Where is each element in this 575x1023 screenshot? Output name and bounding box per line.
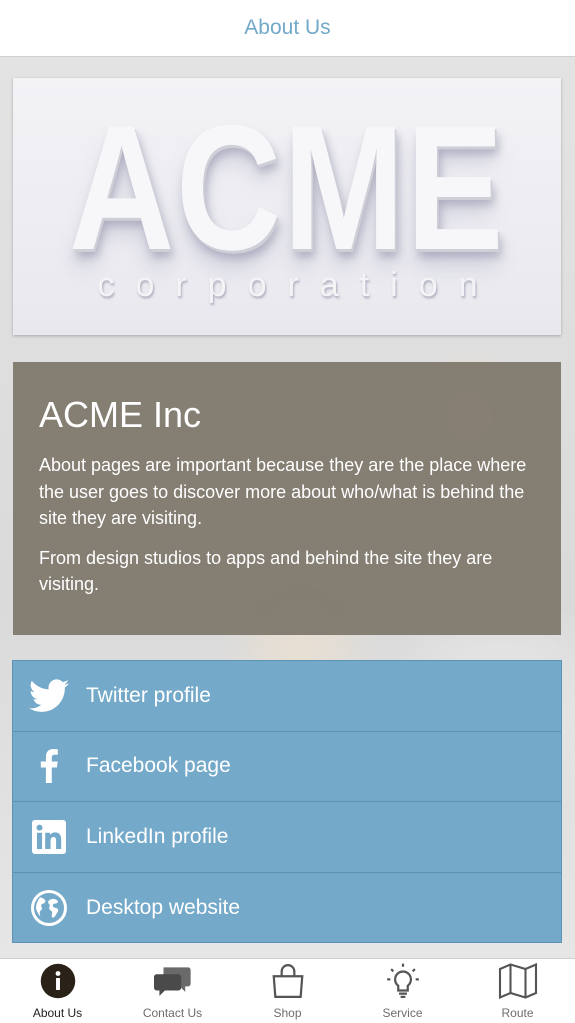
bottom-tab-bar: About Us Contact Us Shop Service Route (0, 958, 575, 1023)
link-label: Facebook page (86, 754, 231, 778)
linkedin-icon (13, 819, 85, 854)
lightbulb-icon (384, 962, 422, 1000)
info-icon (40, 962, 76, 1000)
shopping-bag-icon (269, 962, 307, 1000)
link-desktop-website[interactable]: Desktop website (13, 873, 561, 944)
tab-contact-us[interactable]: Contact Us (115, 959, 230, 1023)
link-label: Twitter profile (86, 683, 211, 707)
map-icon (498, 962, 538, 1000)
tab-shop[interactable]: Shop (230, 959, 345, 1023)
link-label: Desktop website (86, 895, 241, 919)
link-twitter-profile[interactable]: Twitter profile (13, 661, 561, 732)
tab-label: Shop (273, 1006, 302, 1020)
globe-icon (13, 889, 85, 926)
social-links-list: Twitter profile Facebook page LinkedIn p… (12, 660, 562, 943)
acme-logo: ACME (68, 88, 506, 287)
info-title: ACME Inc (39, 394, 202, 435)
tab-label: About Us (32, 1006, 83, 1020)
tab-service[interactable]: Service (345, 959, 460, 1023)
app-header: About Us (0, 0, 575, 57)
about-info-card: ACME Inc About pages are important becau… (13, 362, 561, 635)
info-paragraph: About pages are important because they a… (39, 455, 527, 528)
tab-about-us[interactable]: About Us (0, 959, 115, 1023)
link-label: LinkedIn profile (86, 824, 229, 848)
tab-label: Service (382, 1006, 423, 1020)
main-content[interactable]: ACME corporation ACME Inc About pages ar… (0, 57, 575, 958)
hero-banner: ACME corporation (13, 78, 561, 335)
acme-logo-subtext: corporation (97, 266, 499, 304)
tab-label: Contact Us (142, 1006, 203, 1020)
tab-route[interactable]: Route (460, 959, 575, 1023)
page-title: About Us (244, 16, 331, 39)
info-paragraph: From design studios to apps and behind t… (39, 547, 493, 595)
chat-icon (153, 962, 192, 1000)
twitter-icon (13, 679, 85, 713)
link-facebook-page[interactable]: Facebook page (13, 732, 561, 802)
facebook-icon (13, 749, 85, 784)
tab-label: Route (501, 1006, 534, 1020)
link-linkedin-profile[interactable]: LinkedIn profile (13, 802, 561, 873)
